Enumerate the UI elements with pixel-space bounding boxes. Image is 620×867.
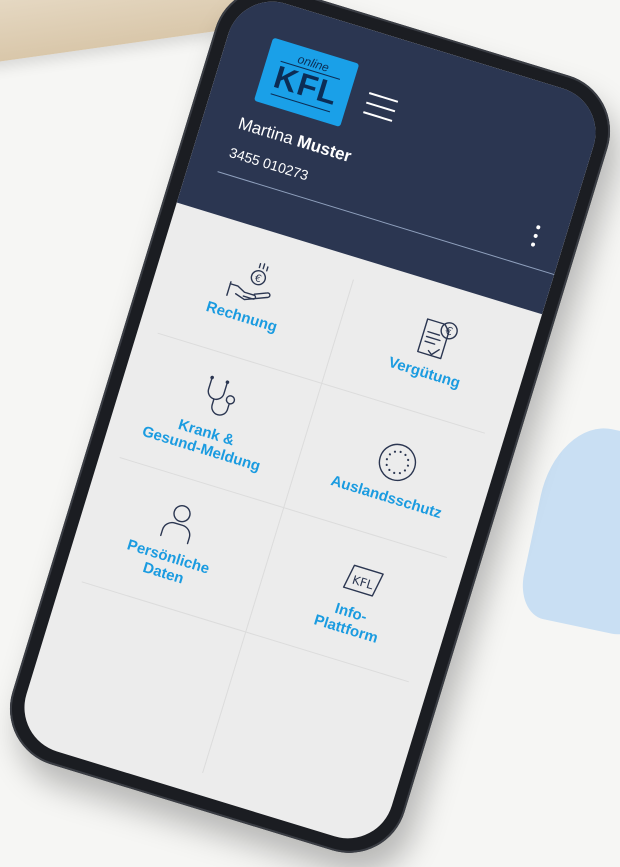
eu-star (387, 468, 391, 471)
eu-star (403, 468, 406, 471)
stethoscope-icon (207, 375, 235, 416)
user-first-name: Martina (236, 113, 296, 149)
eu-star (398, 471, 401, 474)
person-icon (159, 504, 191, 545)
more-vertical-icon[interactable] (528, 224, 541, 252)
phone-frame: online KFL Martina Muster 3455 010273 € … (0, 0, 620, 867)
hamburger-menu-icon[interactable] (363, 92, 399, 122)
eu-star-ring (385, 449, 409, 474)
eu-star (393, 449, 396, 453)
eu-star (388, 452, 391, 455)
eu-star (399, 450, 402, 453)
eu-star (385, 463, 388, 466)
user-last-name: Muster (294, 131, 354, 167)
eu-star (404, 453, 407, 456)
invoice-euro-icon: € (416, 317, 458, 359)
background-shape (515, 417, 620, 643)
eu-star (406, 463, 409, 467)
eu-stars-icon (378, 443, 416, 481)
eu-star (392, 471, 395, 474)
coin-hand-icon: € (225, 262, 271, 300)
kfl-platform-icon: KFL (342, 564, 384, 597)
kfl-icon-text: KFL (350, 573, 375, 593)
app-screen: online KFL Martina Muster 3455 010273 € … (13, 0, 607, 850)
eu-star (385, 457, 388, 460)
eu-star (406, 458, 409, 461)
menu-grid: € Rechnung € Vergütung Krank & Gesund-Me… (13, 203, 542, 850)
kfl-online-logo[interactable]: online KFL (253, 37, 360, 127)
